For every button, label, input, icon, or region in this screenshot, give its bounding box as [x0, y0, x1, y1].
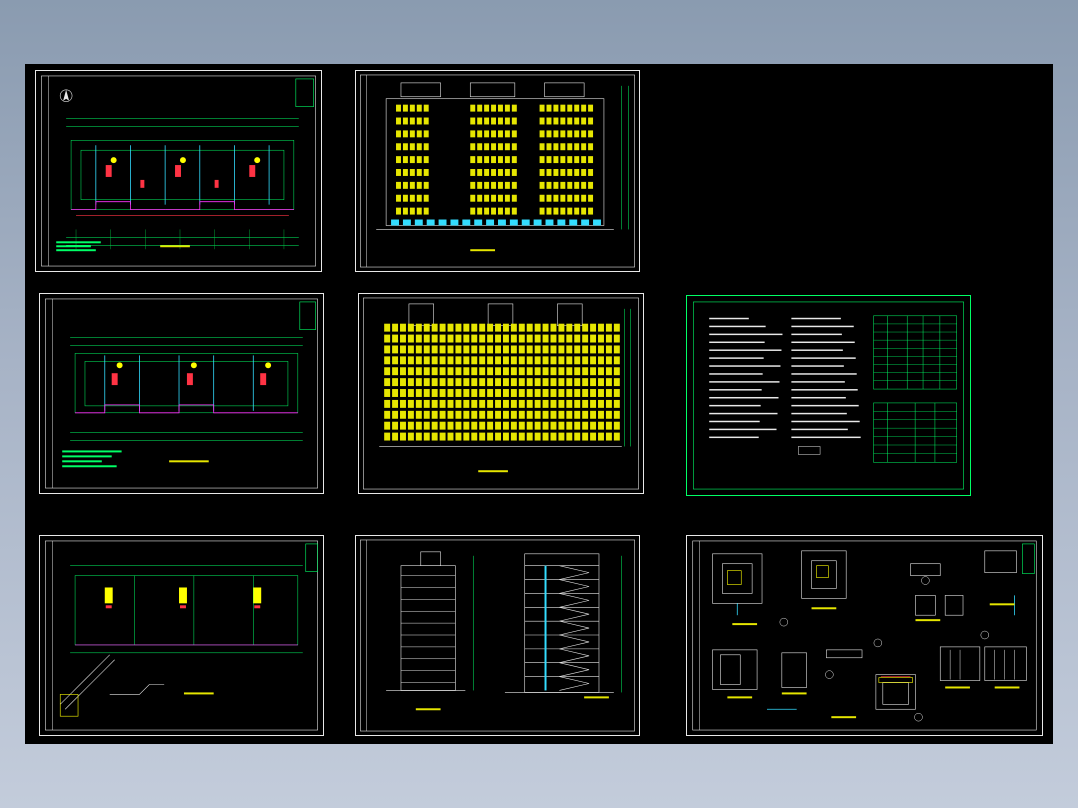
drawing-canvas[interactable]	[25, 64, 1053, 744]
sheet-side-elevation-section[interactable]	[355, 535, 640, 736]
floor-plan-2-drawing	[45, 298, 318, 489]
sheet-roof-plan[interactable]	[39, 535, 324, 736]
sheet-rear-elevation[interactable]	[358, 293, 644, 494]
rear-elevation-drawing	[363, 297, 639, 490]
sheet-floor-plan-1[interactable]	[35, 70, 322, 272]
roof-plan-drawing	[45, 540, 318, 731]
sheet-details[interactable]	[686, 535, 1043, 736]
floor-plan-1-drawing	[41, 75, 316, 267]
front-elevation-drawing	[360, 74, 635, 268]
side-elevation-section-drawing	[360, 539, 635, 732]
north-arrow-icon	[59, 89, 73, 102]
sheet-front-elevation[interactable]	[355, 70, 640, 272]
sheet-design-notes[interactable]	[686, 295, 971, 496]
design-notes-drawing	[693, 301, 964, 490]
details-drawing	[692, 540, 1037, 731]
sheet-floor-plan-2[interactable]	[39, 293, 324, 494]
